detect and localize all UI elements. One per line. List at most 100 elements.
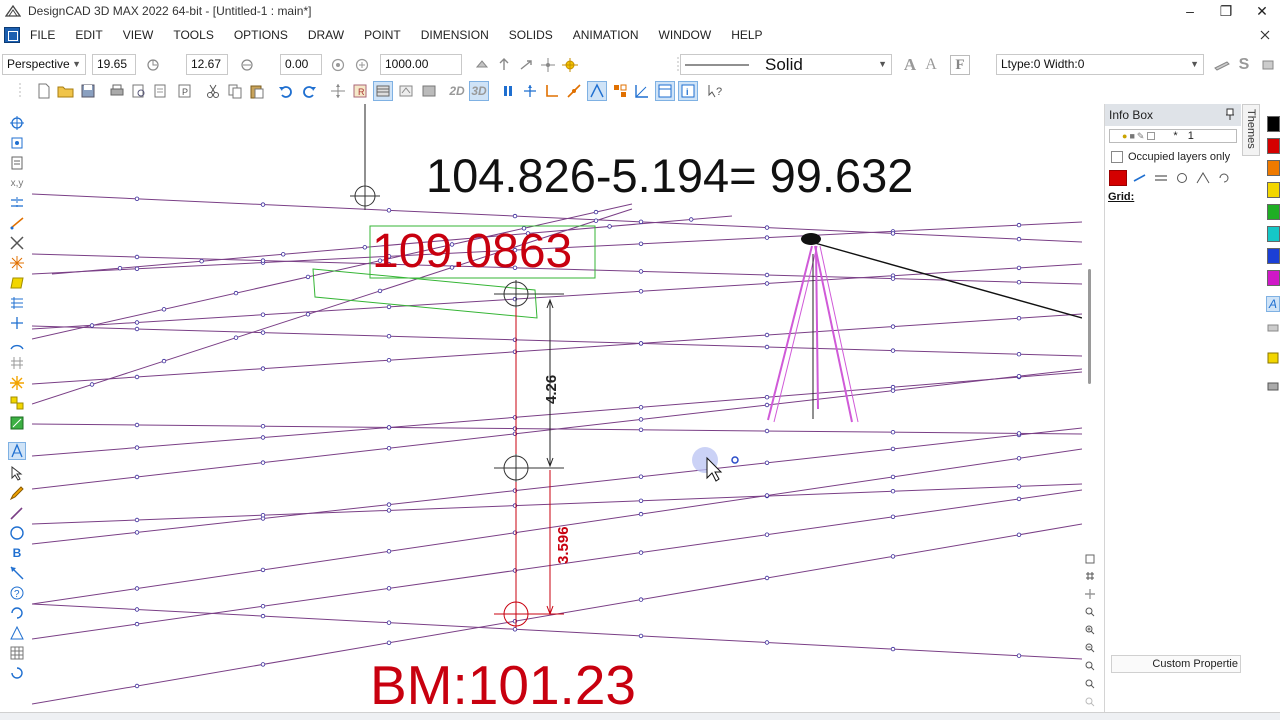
select-tool-icon[interactable]	[8, 442, 26, 460]
distance-input[interactable]: 1000.00	[380, 54, 462, 75]
loop-tool-icon[interactable]	[8, 664, 26, 682]
print-icon[interactable]	[107, 81, 127, 101]
menu-options[interactable]: OPTIONS	[234, 28, 288, 42]
view-3d-button[interactable]: 3D	[469, 81, 489, 101]
palette-color-blue[interactable]	[1267, 248, 1280, 264]
view-center-icon[interactable]	[538, 55, 558, 75]
line-width-icon[interactable]	[1152, 170, 1170, 186]
undo-icon[interactable]	[276, 81, 296, 101]
snap-grid-icon[interactable]	[520, 81, 540, 101]
snap-corner-icon[interactable]	[632, 81, 652, 101]
zoom-previous-icon[interactable]	[1084, 660, 1096, 672]
angle-b-input[interactable]: 12.67	[186, 54, 228, 75]
mirror-tool-icon[interactable]	[8, 624, 26, 642]
palette-color-black[interactable]	[1267, 116, 1280, 132]
occupied-layers-checkbox[interactable]: Occupied layers only	[1111, 151, 1237, 163]
style-s-icon[interactable]: S	[1234, 55, 1254, 75]
shape-tool-icon[interactable]	[8, 394, 26, 412]
menu-solids[interactable]: SOLIDS	[509, 28, 553, 42]
zoom-disabled-icon[interactable]	[1084, 696, 1096, 708]
context-help-icon[interactable]: ?	[706, 81, 726, 101]
layer-edit-icon[interactable]: ✎	[1137, 131, 1145, 142]
palette-color-orange[interactable]	[1267, 160, 1280, 176]
circle-style-icon[interactable]	[1173, 170, 1191, 186]
zoom-out-view-icon[interactable]	[328, 55, 348, 75]
copy-icon[interactable]	[225, 81, 245, 101]
rotate-tool-icon[interactable]	[8, 604, 26, 622]
layer-manager-icon[interactable]	[373, 81, 393, 101]
select-point-icon[interactable]	[8, 134, 26, 152]
fill-pattern-icon[interactable]	[1266, 350, 1280, 366]
fit-view-icon[interactable]	[1084, 553, 1096, 565]
zoom-all-icon[interactable]	[1084, 678, 1096, 690]
paste-icon[interactable]	[247, 81, 267, 101]
custom-properties-button[interactable]: Custom Propertie	[1111, 655, 1241, 673]
zoom-out-icon[interactable]	[1084, 642, 1096, 654]
palette-settings-icon[interactable]	[1266, 378, 1280, 394]
menu-view[interactable]: VIEW	[123, 28, 154, 42]
menu-edit[interactable]: EDIT	[75, 28, 102, 42]
perpendicular-tool-icon[interactable]	[8, 314, 26, 332]
menu-help[interactable]: HELP	[731, 28, 762, 42]
close-button[interactable]: ✕	[1244, 0, 1280, 22]
redo-icon[interactable]	[299, 81, 319, 101]
array-tool-icon[interactable]	[8, 644, 26, 662]
text-size-down-icon[interactable]: A	[921, 55, 941, 75]
menu-file[interactable]: FILE	[30, 28, 55, 42]
grid-view-icon[interactable]	[1084, 570, 1096, 582]
pan-view-icon[interactable]	[1084, 588, 1096, 600]
palette-color-cyan[interactable]	[1267, 226, 1280, 242]
angle-a-input[interactable]: 19.65	[92, 54, 136, 75]
pen-settings-icon[interactable]	[1212, 55, 1232, 75]
print-preview-icon[interactable]	[129, 81, 149, 101]
cut-icon[interactable]	[203, 81, 223, 101]
menu-dimension[interactable]: DIMENSION	[421, 28, 489, 42]
palette-color-magenta[interactable]	[1267, 270, 1280, 286]
zoom-in-view-icon[interactable]	[352, 55, 372, 75]
text-size-up-icon[interactable]: A	[900, 55, 920, 75]
coordinate-icon[interactable]: x,y	[8, 174, 26, 192]
pencil-tool-icon[interactable]	[8, 484, 26, 502]
menu-point[interactable]: POINT	[364, 28, 401, 42]
hatch-tool-icon[interactable]	[8, 294, 26, 312]
angle-b-icon[interactable]	[143, 55, 163, 75]
line-style-select[interactable]: Solid ▼	[680, 54, 892, 75]
line-style-icon[interactable]	[1131, 170, 1149, 186]
view-2d-button[interactable]: 2D	[447, 81, 467, 101]
view-mode-select[interactable]: Perspective ▼	[2, 54, 86, 75]
layer-color-box[interactable]	[1147, 132, 1156, 140]
group-icon[interactable]	[396, 81, 416, 101]
find-icon[interactable]	[151, 81, 171, 101]
snap-multi-icon[interactable]	[610, 81, 630, 101]
toolbar-extra-icon[interactable]	[1258, 55, 1278, 75]
menu-draw[interactable]: DRAW	[308, 28, 344, 42]
select-move-icon[interactable]	[328, 81, 348, 101]
refresh-icon[interactable]	[1215, 170, 1233, 186]
view-rotate-right-icon[interactable]	[516, 55, 536, 75]
document-icon[interactable]	[4, 27, 20, 43]
properties-icon[interactable]: P	[175, 81, 195, 101]
point-list-icon[interactable]	[8, 154, 26, 172]
arc-tool-icon[interactable]	[8, 334, 26, 352]
view-rotate-up-icon[interactable]	[494, 55, 514, 75]
angle-c-icon[interactable]	[237, 55, 257, 75]
menu-window[interactable]: WINDOW	[659, 28, 712, 42]
pause-icon[interactable]	[498, 81, 518, 101]
cross-tool-icon[interactable]	[8, 234, 26, 252]
open-folder-icon[interactable]	[56, 81, 76, 101]
curve-style-icon[interactable]	[1194, 170, 1212, 186]
drawing-viewport[interactable]: 4.26 3.596 104.826-5.194= 99.632 109.086…	[32, 104, 1082, 712]
palette-color-green[interactable]	[1267, 204, 1280, 220]
new-file-icon[interactable]	[34, 81, 54, 101]
ltype-width-select[interactable]: Ltype:0 Width:0 ▼	[996, 54, 1204, 75]
checkbox-box[interactable]	[1111, 151, 1123, 163]
restore-button[interactable]: ❐	[1208, 0, 1244, 22]
vertical-scrollbar[interactable]	[1082, 104, 1094, 554]
text-style-icon[interactable]: A	[1266, 296, 1280, 312]
scrollbar-thumb[interactable]	[1088, 269, 1091, 384]
menu-tools[interactable]: TOOLS	[173, 28, 213, 42]
text-bold-tool-icon[interactable]: B	[8, 544, 26, 562]
angle-c-input[interactable]: 0.00	[280, 54, 322, 75]
layer-selector[interactable]: ● ■ ✎ * 1	[1109, 129, 1237, 143]
panel-toggle-icon[interactable]	[655, 81, 675, 101]
